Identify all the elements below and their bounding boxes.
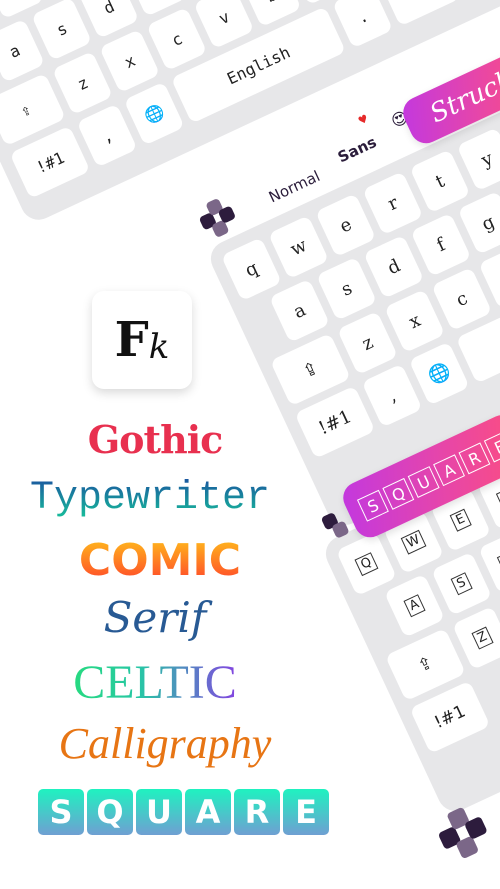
key-x[interactable]: x bbox=[384, 289, 446, 354]
suggestion-sans[interactable]: Sans bbox=[335, 133, 379, 166]
key-label: s bbox=[53, 18, 71, 40]
app-menu-icon[interactable] bbox=[194, 194, 239, 239]
font-style-calligraphy: Calligraphy bbox=[58, 719, 272, 768]
space-bar[interactable]: English bbox=[170, 6, 347, 124]
key-label: S bbox=[450, 572, 473, 596]
font-style-serif: Serif bbox=[103, 593, 207, 642]
font-style-celtic: CELTIC bbox=[0, 655, 310, 710]
key-label: !#1 bbox=[32, 147, 68, 177]
key-label: d bbox=[100, 0, 118, 18]
key-label: , bbox=[385, 384, 400, 407]
key-label: !#1 bbox=[431, 701, 469, 734]
square-tile: S bbox=[38, 789, 84, 835]
comma-key[interactable]: , bbox=[76, 103, 138, 168]
key-s[interactable]: s bbox=[316, 256, 378, 321]
key-label: c bbox=[168, 28, 186, 50]
key-label: Q bbox=[354, 552, 379, 577]
key-label: t bbox=[432, 170, 448, 193]
key-e[interactable]: e bbox=[315, 193, 377, 258]
font-style-typewriter: Typewriter bbox=[0, 476, 300, 521]
key-label: b bbox=[263, 0, 280, 6]
square-banner-letter: R bbox=[458, 442, 491, 475]
key-label: E bbox=[449, 508, 472, 532]
key-label: . bbox=[354, 5, 372, 28]
key-label: y bbox=[478, 147, 497, 171]
key-d[interactable]: d bbox=[363, 234, 425, 299]
key-label: s bbox=[338, 277, 356, 301]
key-label: g bbox=[478, 210, 498, 235]
key-f[interactable]: f bbox=[410, 212, 472, 277]
key-q[interactable]: Q bbox=[335, 532, 397, 597]
key-label: v bbox=[215, 6, 233, 28]
key-x[interactable]: x bbox=[99, 29, 161, 94]
key-label: a bbox=[290, 298, 309, 323]
key-label: z bbox=[74, 72, 91, 94]
key-label: R bbox=[496, 486, 500, 510]
app-icon: Fk bbox=[92, 291, 192, 389]
key-label: x bbox=[121, 50, 139, 72]
key-a[interactable]: A bbox=[384, 573, 446, 638]
key-label: x bbox=[405, 309, 424, 333]
key-r[interactable]: r bbox=[362, 171, 424, 236]
key-label: ⇪ bbox=[414, 652, 437, 677]
square-tile: R bbox=[234, 789, 280, 835]
font-style-gothic: Gothic bbox=[87, 417, 224, 462]
key-label: e bbox=[336, 213, 355, 237]
key-label: English bbox=[223, 42, 293, 88]
key-label: w bbox=[287, 234, 310, 260]
key-c[interactable]: c bbox=[146, 7, 208, 72]
square-banner-letter: Q bbox=[382, 477, 415, 510]
key-label: !#1 bbox=[315, 405, 355, 439]
key-label: A bbox=[403, 594, 426, 618]
key-label: ⇪ bbox=[17, 99, 34, 121]
comma-key[interactable]: , bbox=[361, 363, 423, 428]
key-label: r bbox=[384, 191, 402, 215]
square-tile: Q bbox=[87, 789, 133, 835]
font-style-comic: COMIC bbox=[5, 535, 315, 586]
key-c[interactable]: c bbox=[431, 267, 493, 332]
key-label: q bbox=[241, 257, 262, 282]
key-label: z bbox=[358, 331, 377, 355]
key-s[interactable]: S bbox=[431, 551, 493, 616]
key-label: 🌐 bbox=[424, 359, 454, 388]
square-banner-letter: A bbox=[433, 454, 465, 487]
key-label: a bbox=[6, 40, 23, 62]
key-label: Z bbox=[471, 626, 495, 650]
key-label: ⇪ bbox=[299, 356, 322, 383]
square-tile: E bbox=[283, 789, 329, 835]
globe-icon[interactable]: 🌐 bbox=[123, 81, 185, 146]
key-s[interactable]: s bbox=[31, 0, 93, 61]
key-label: c bbox=[452, 287, 471, 311]
key-z[interactable]: z bbox=[52, 51, 114, 115]
key-q[interactable]: q bbox=[220, 237, 282, 302]
brand-logo-icon bbox=[432, 800, 498, 866]
key-z[interactable]: z bbox=[337, 311, 399, 375]
app-icon-letter-f: F bbox=[114, 312, 149, 368]
key-label: 🌐 bbox=[141, 100, 168, 127]
key-t[interactable]: t bbox=[409, 149, 471, 214]
square-banner-letter: S bbox=[356, 489, 389, 522]
key-a[interactable]: a bbox=[269, 278, 331, 343]
key-w[interactable]: w bbox=[268, 215, 330, 280]
heart-icon: ♥ bbox=[356, 111, 371, 128]
key-label: f bbox=[433, 233, 449, 256]
globe-icon[interactable]: 🌐 bbox=[408, 341, 470, 406]
app-icon-letter-k: k bbox=[148, 327, 170, 367]
key-label: d bbox=[384, 254, 404, 279]
square-tile: A bbox=[185, 789, 231, 835]
key-label: W bbox=[400, 529, 427, 555]
font-style-square: S Q U A R E bbox=[38, 789, 329, 835]
square-tile: U bbox=[136, 789, 182, 835]
square-banner-letter: U bbox=[407, 466, 440, 498]
key-label: , bbox=[98, 124, 116, 147]
enter-key[interactable]: → bbox=[379, 0, 461, 27]
